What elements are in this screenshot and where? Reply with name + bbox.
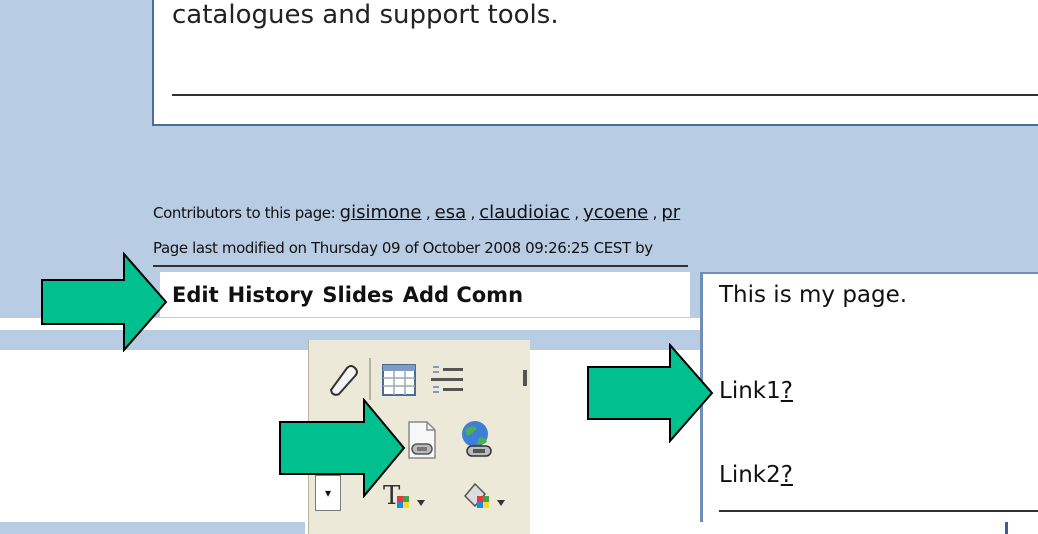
background-color-icon[interactable] — [459, 478, 519, 518]
editor-link-2[interactable]: Link2? — [719, 462, 793, 488]
content-text: catalogues and support tools. — [172, 0, 559, 30]
contributor-link[interactable]: claudioiac — [479, 202, 570, 223]
contributor-link[interactable]: gisimone — [340, 202, 422, 223]
editor-line-1: This is my page. — [719, 282, 908, 308]
contributor-link[interactable]: pr — [661, 202, 680, 223]
separator: , — [425, 204, 431, 222]
contributors-label: Contributors to this page: — [153, 204, 336, 222]
eraser-icon[interactable] — [323, 360, 363, 400]
separator: , — [652, 204, 658, 222]
external-link-icon[interactable] — [457, 418, 499, 462]
annotation-arrow — [587, 343, 714, 443]
editor-preview-panel: This is my page. Link1? Link2? — [700, 272, 1038, 522]
separator: , — [574, 204, 579, 222]
link2-text: Link2 — [719, 462, 781, 488]
edit-button[interactable]: Edit — [172, 283, 219, 307]
wiki-content-box: catalogues and support tools. — [152, 0, 1038, 126]
toolbar-separator — [369, 358, 371, 400]
last-modified-text: Page last modified on Thursday 09 of Oct… — [153, 239, 653, 257]
contributors-line: Contributors to this page: gisimone , es… — [153, 202, 680, 223]
table-icon[interactable] — [379, 360, 419, 400]
contributor-link[interactable]: ycoene — [583, 202, 648, 223]
content-horizontal-rule — [172, 94, 1038, 96]
link1-text: Link1 — [719, 378, 781, 404]
list-icon[interactable] — [427, 360, 467, 400]
link2-create-marker[interactable]: ? — [781, 462, 793, 488]
page-action-bar: Edit History Slides Add Comn — [160, 272, 690, 317]
editor-bottom-rule — [719, 510, 1038, 512]
toolbar-clipped-icon — [523, 370, 527, 386]
add-comment-button[interactable]: Add Comn — [403, 283, 523, 307]
editor-link-1[interactable]: Link1? — [719, 378, 793, 404]
annotation-arrow — [41, 252, 168, 352]
slides-button[interactable]: Slides — [322, 283, 393, 307]
page-bottom-strip — [0, 522, 305, 534]
separator: , — [470, 204, 476, 222]
contributor-link[interactable]: esa — [435, 202, 466, 223]
history-button[interactable]: History — [228, 283, 314, 307]
footer-rule — [153, 265, 688, 267]
link1-create-marker[interactable]: ? — [781, 378, 793, 404]
annotation-arrow — [279, 398, 406, 498]
